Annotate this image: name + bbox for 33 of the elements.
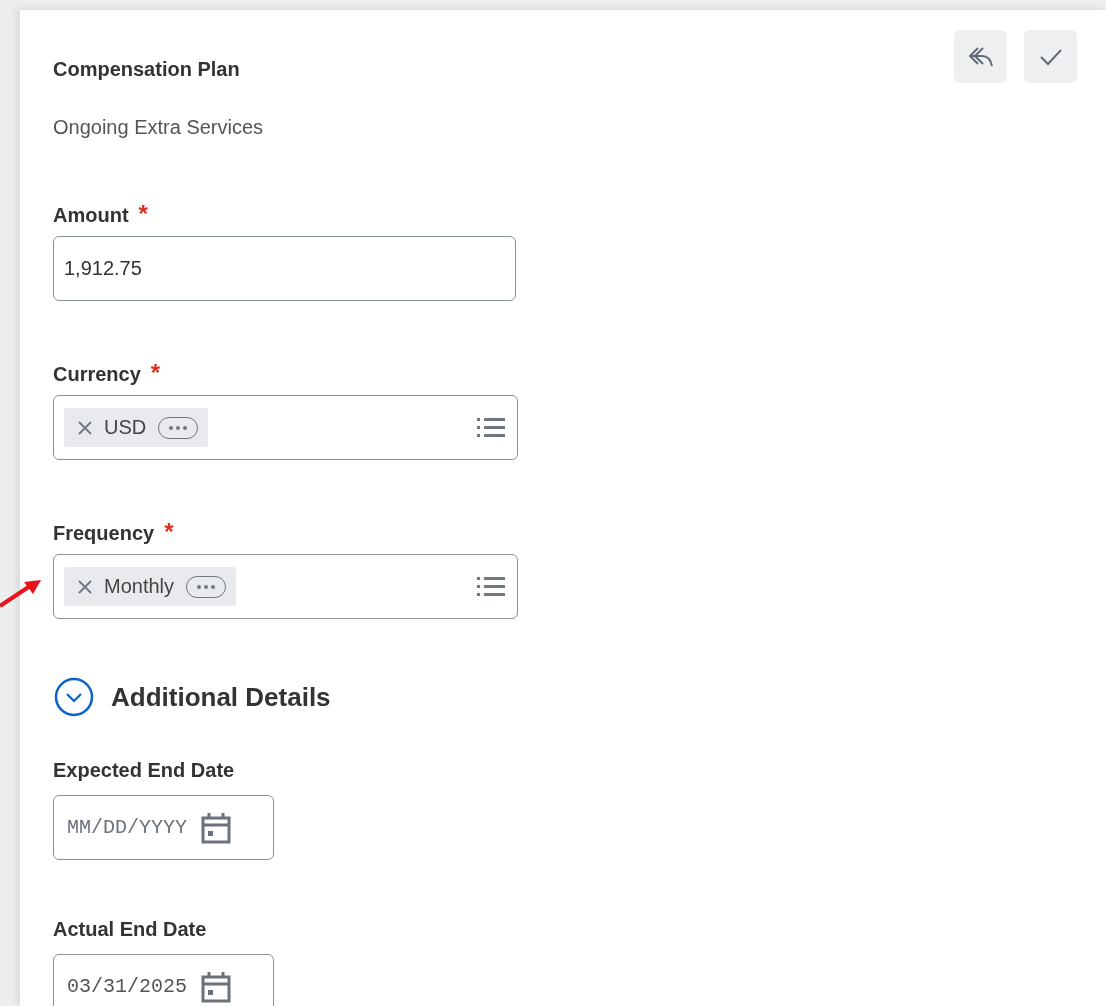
checkmark-icon [1038,47,1063,66]
prompt-field[interactable]: USD [53,395,518,460]
list-icon[interactable] [477,416,505,439]
section-title: Additional Details [111,681,331,713]
expand-toggle[interactable] [54,677,94,717]
date-field[interactable]: 03/31/2025 [53,954,274,1006]
plan-title: Compensation Plan [53,58,240,82]
remove-icon[interactable] [78,579,92,594]
annotation-arrow [0,578,44,608]
field-label: Frequency [53,522,155,545]
amount-field[interactable]: 1,912.75 [53,236,516,301]
required-mark: * [138,200,148,228]
field-label: Currency [53,363,141,386]
date-placeholder: MM/DD/YYYY [67,816,188,839]
reply-icon [967,45,994,68]
calendar-icon[interactable] [201,811,232,844]
calendar-icon[interactable] [201,970,232,1003]
list-icon[interactable] [477,575,505,598]
required-mark: * [150,359,161,387]
chip-value: USD [104,416,147,439]
field-label: Actual End Date [53,918,207,941]
field-value: 1,912.75 [64,257,142,280]
chip-value: Monthly [104,575,175,598]
plan-name: Ongoing Extra Services [53,116,265,139]
remove-icon[interactable] [78,420,92,435]
prompt-field[interactable]: Monthly [53,554,518,619]
submit-button[interactable] [1024,30,1077,83]
date-value: 03/31/2025 [67,975,188,998]
cancel-button[interactable] [954,30,1007,83]
date-field[interactable]: MM/DD/YYYY [53,795,274,860]
required-mark: * [164,518,174,546]
field-label: Expected End Date [53,759,235,782]
field-label: Amount [53,204,129,227]
